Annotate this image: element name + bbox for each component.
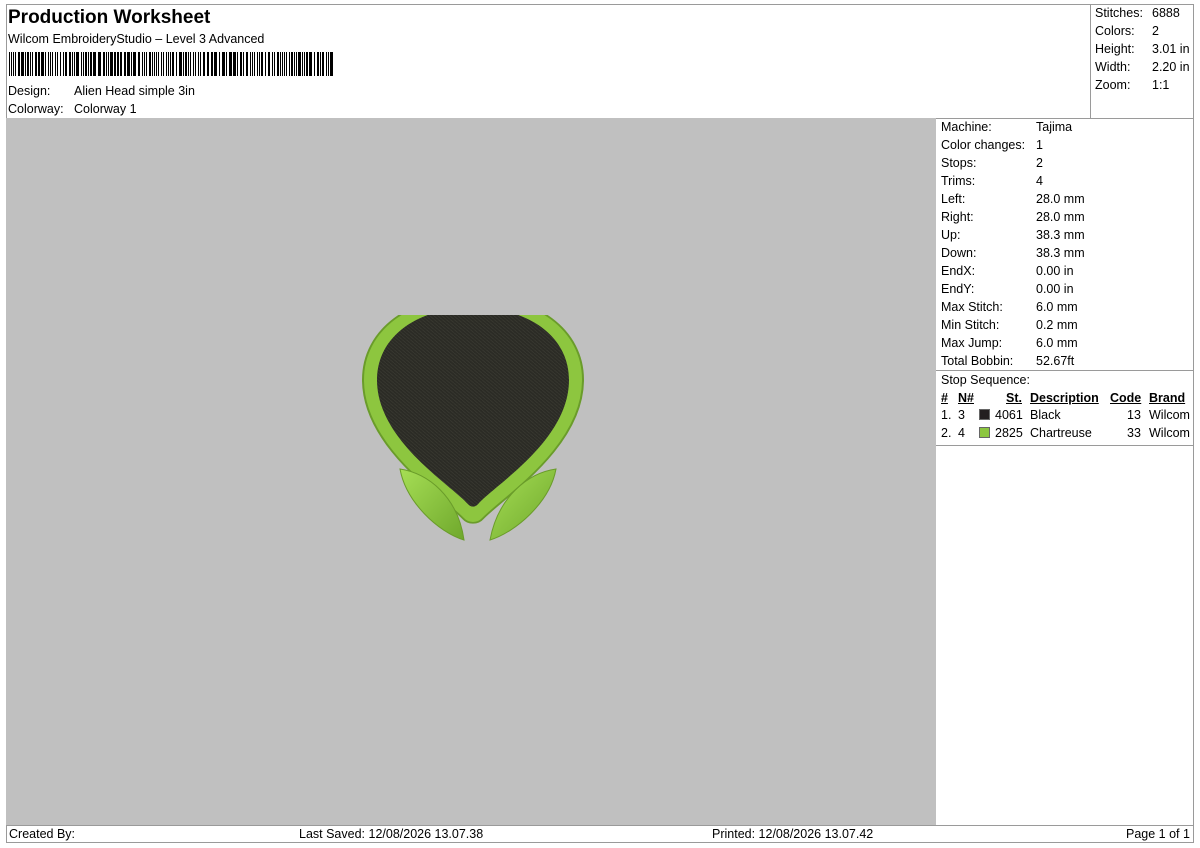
printed-date: Printed: 12/08/2026 13.07.42 [712,827,874,841]
stop-code: 13 [1127,408,1141,422]
summary-value: 6888 [1152,6,1180,20]
stop-brand: Wilcom [1149,408,1190,422]
summary-label: Width: [1095,60,1131,74]
machine-info-value: 52.67ft [1036,354,1075,368]
machine-info-value: 0.00 in [1036,264,1074,278]
machine-info-label: Down: [941,246,977,260]
machine-info-value: 38.3 mm [1036,228,1085,242]
stop-brand: Wilcom [1149,426,1190,440]
machine-info-label: Left: [941,192,966,206]
machine-info-value: 0.2 mm [1036,318,1078,332]
stop-needle: 3 [958,408,965,422]
summary-label: Height: [1095,42,1135,56]
machine-info-label: Max Stitch: [941,300,1003,314]
machine-info-label: Trims: [941,174,976,188]
color-swatch [979,427,990,438]
machine-info-label: EndY: [941,282,975,296]
machine-info-label: Up: [941,228,961,242]
machine-info-value: 0.00 in [1036,282,1074,296]
last-saved: Last Saved: 12/08/2026 13.07.38 [299,827,484,841]
machine-info-label: Total Bobbin: [941,354,1014,368]
barcode [9,52,335,76]
stop-stitches: 2825 [995,426,1023,440]
colorway-label: Colorway: [8,102,64,116]
machine-info-value: 38.3 mm [1036,246,1085,260]
summary-value: 3.01 in [1152,42,1190,56]
summary-value: 2.20 in [1152,60,1190,74]
col-header-code: Code [1110,391,1142,405]
col-header-needle: N# [958,391,974,405]
colorway-name: Colorway 1 [74,102,137,116]
stop-description: Black [1030,408,1061,422]
col-header-stitches: St. [1006,391,1022,405]
machine-info-label: Right: [941,210,974,224]
stop-needle: 4 [958,426,965,440]
stop-description: Chartreuse [1030,426,1092,440]
stop-sequence-title: Stop Sequence: [941,373,1030,387]
page-number: Page 1 of 1 [1126,827,1190,841]
machine-info-value: 6.0 mm [1036,336,1078,350]
stop-stitches: 4061 [995,408,1023,422]
alien-head-design [361,315,585,541]
footer-frame [6,825,1194,843]
created-by: Created By: [9,827,76,841]
machine-info-label: Max Jump: [941,336,1003,350]
software-name: Wilcom EmbroideryStudio – Level 3 Advanc… [8,32,265,46]
summary-value: 1:1 [1152,78,1170,92]
summary-label: Colors: [1095,24,1135,38]
stop-num: 2. [941,426,952,440]
machine-info-label: Stops: [941,156,977,170]
machine-info-label: Min Stitch: [941,318,1000,332]
design-label: Design: [8,84,51,98]
machine-info-label: Color changes: [941,138,1026,152]
col-header-num: # [941,391,948,405]
col-header-description: Description [1030,391,1099,405]
machine-info-value: 6.0 mm [1036,300,1078,314]
stop-num: 1. [941,408,952,422]
machine-info-label: EndX: [941,264,976,278]
machine-info-value: 1 [1036,138,1043,152]
machine-info-value: 28.0 mm [1036,192,1085,206]
color-swatch [979,409,990,420]
page-title: Production Worksheet [8,7,211,28]
col-header-brand: Brand [1149,391,1186,405]
design-name: Alien Head simple 3in [74,84,195,98]
machine-info-value: 28.0 mm [1036,210,1085,224]
design-preview [6,118,936,825]
stop-code: 33 [1127,426,1141,440]
machine-info-value: Tajima [1036,120,1073,134]
machine-info-value: 2 [1036,156,1043,170]
summary-label: Zoom: [1095,78,1131,92]
machine-info-value: 4 [1036,174,1043,188]
summary-label: Stitches: [1095,6,1143,20]
machine-info-label: Machine: [941,120,992,134]
summary-value: 2 [1152,24,1159,38]
